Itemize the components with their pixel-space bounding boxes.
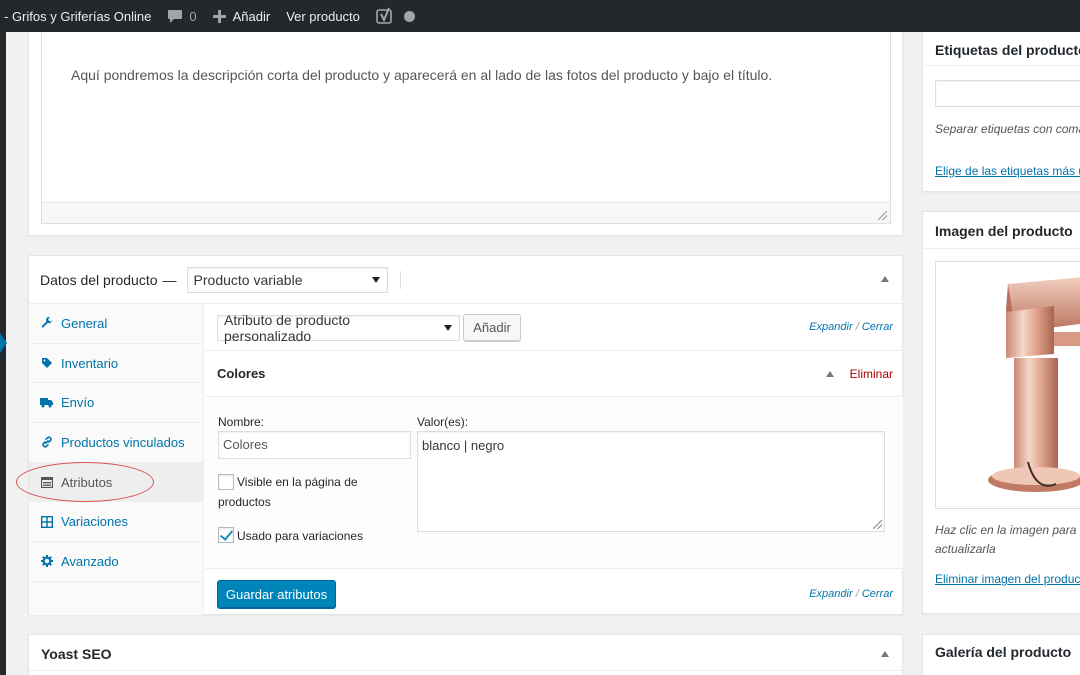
product-tags-box: Etiquetas del producto Separar etiquetas… xyxy=(922,32,1080,192)
title-dash: — xyxy=(162,271,177,288)
editor-status-bar xyxy=(42,202,890,223)
divider xyxy=(923,248,1080,249)
collapse-toggle-icon[interactable] xyxy=(881,276,889,282)
wrench-icon xyxy=(40,317,53,330)
view-product-link[interactable]: Ver producto xyxy=(278,0,368,32)
tab-inventario[interactable]: Inventario xyxy=(29,344,203,384)
tab-label: Envío xyxy=(61,395,95,411)
used-for-variations-label[interactable]: Usado para variaciones xyxy=(237,526,363,546)
divider xyxy=(29,670,902,671)
attributes-toolbar: Atributo de producto personalizado Añadi… xyxy=(205,304,903,351)
attribute-name-input[interactable]: Colores xyxy=(218,431,411,459)
header-separator xyxy=(399,270,401,289)
tab-general[interactable]: General xyxy=(29,304,203,344)
chevron-down-icon xyxy=(444,325,452,331)
admin-bar: - Grifos y Griferías Online 0 Añadir Ver… xyxy=(0,0,1080,32)
product-type-select[interactable]: Producto variable xyxy=(186,266,388,293)
expand-link[interactable]: Expandir xyxy=(809,588,852,600)
product-type-value: Producto variable xyxy=(193,271,303,288)
faucet-image xyxy=(988,277,1080,492)
used-for-variations-checkbox[interactable] xyxy=(218,527,234,543)
tab-label: General xyxy=(61,315,108,331)
most-used-tags-link[interactable]: Elige de las etiquetas más utilizadas xyxy=(935,164,1080,178)
divider xyxy=(923,65,1080,66)
tab-label: Inventario xyxy=(61,355,119,371)
collapse-toggle-icon[interactable] xyxy=(881,651,889,657)
delete-attribute-link[interactable]: Eliminar xyxy=(850,367,893,381)
image-help-text: Haz clic en la imagen para editarla o ac… xyxy=(935,521,1080,559)
seo-status-dot xyxy=(403,10,415,22)
tab-label: Avanzado xyxy=(61,553,119,569)
link-separator: / xyxy=(855,588,859,600)
admin-menu-edge xyxy=(0,32,6,675)
yoast-menu[interactable] xyxy=(368,0,423,32)
close-link[interactable]: Cerrar xyxy=(862,321,893,333)
tag-icon xyxy=(40,357,53,370)
expand-close-links: Expandir / Cerrar xyxy=(809,588,893,600)
new-content-label: Añadir xyxy=(232,8,271,24)
chevron-down-icon xyxy=(371,276,380,283)
attribute-select-value: Atributo de producto personalizado xyxy=(224,312,351,344)
tab-label: Productos vinculados xyxy=(61,434,185,450)
product-image-thumbnail[interactable] xyxy=(935,261,1080,509)
tab-productos-vinculados[interactable]: Productos vinculados xyxy=(29,423,203,463)
plus-icon xyxy=(212,9,226,23)
product-data-title: Datos del producto xyxy=(40,271,158,288)
site-name-link[interactable]: - Grifos y Griferías Online xyxy=(0,0,159,32)
save-attributes-button[interactable]: Guardar atributos xyxy=(217,580,336,608)
editor-resize-handle[interactable] xyxy=(878,211,887,220)
product-tags-title[interactable]: Etiquetas del producto xyxy=(935,42,1080,58)
tab-envio[interactable]: Envío xyxy=(29,383,203,424)
product-gallery-box: Galería del producto xyxy=(922,634,1080,675)
grid-icon xyxy=(40,515,53,528)
link-separator: / xyxy=(855,321,859,333)
tab-avanzado[interactable]: Avanzado xyxy=(29,542,203,582)
expand-link[interactable]: Expandir xyxy=(809,321,852,333)
comments-count: 0 xyxy=(189,8,197,24)
attribute-fields: Nombre: Valor(es): Colores blanco | negr… xyxy=(205,397,903,569)
tab-variaciones[interactable]: Variaciones xyxy=(29,502,203,543)
product-image-title[interactable]: Imagen del producto xyxy=(935,223,1073,239)
new-content-link[interactable]: Añadir xyxy=(205,0,279,32)
image-help-line-1: Haz clic en la imagen para editarla o xyxy=(935,523,1080,537)
attribute-values-label: Valor(es): xyxy=(417,415,469,429)
attribute-header[interactable]: Colores Eliminar xyxy=(205,351,903,397)
tab-label: Variaciones xyxy=(61,514,128,530)
close-link[interactable]: Cerrar xyxy=(862,588,893,600)
image-help-line-2: actualizarla xyxy=(935,542,996,556)
remove-product-image-link[interactable]: Eliminar imagen del producto xyxy=(935,572,1080,586)
product-data-box: Datos del producto — Producto variable G… xyxy=(16,255,903,615)
product-gallery-title[interactable]: Galería del producto xyxy=(935,644,1071,660)
yoast-seo-box: Yoast SEO xyxy=(28,634,903,675)
product-data-header: Datos del producto — Producto variable xyxy=(29,256,902,304)
product-short-description-box: Aquí pondremos la descripción corta del … xyxy=(28,32,903,236)
attribute-heading: Colores xyxy=(217,366,266,381)
attribute-collapse-icon[interactable] xyxy=(826,371,834,377)
gear-icon xyxy=(40,555,53,568)
attributes-panel: Atributo de producto personalizado Añadi… xyxy=(205,304,903,615)
attribute-values-text: blanco | negro xyxy=(422,438,505,453)
short-description-editor[interactable]: Aquí pondremos la descripción corta del … xyxy=(41,32,891,224)
attribute-taxonomy-select[interactable]: Atributo de producto personalizado xyxy=(217,312,460,344)
product-data-tabs: General Inventario Envío Productos vincu… xyxy=(16,304,204,615)
attribute-values-textarea[interactable]: blanco | negro xyxy=(417,431,885,532)
admin-menu-current-arrow xyxy=(0,333,7,353)
truck-icon xyxy=(40,396,53,409)
yoast-seo-title[interactable]: Yoast SEO xyxy=(41,646,112,662)
attributes-footer: Guardar atributos Expandir / Cerrar xyxy=(205,569,903,615)
tags-help-text: Separar etiquetas con comas xyxy=(935,122,1080,136)
comments-link[interactable]: 0 xyxy=(159,0,204,32)
short-description-text[interactable]: Aquí pondremos la descripción corta del … xyxy=(71,67,772,83)
add-attribute-button[interactable]: Añadir xyxy=(463,314,521,341)
yoast-icon xyxy=(376,7,394,25)
highlight-annotation-oval xyxy=(16,462,154,502)
comment-icon xyxy=(167,9,183,24)
expand-close-links: Expandir / Cerrar xyxy=(809,321,893,333)
link-icon xyxy=(40,436,53,449)
attribute-name-label: Nombre: xyxy=(218,415,265,429)
visible-on-product-page-label[interactable]: Visible en la página de productos xyxy=(218,472,393,512)
product-image-box: Imagen del producto Haz clic en la image… xyxy=(922,211,1080,614)
new-tag-input[interactable] xyxy=(935,80,1080,107)
textarea-resize-handle[interactable] xyxy=(873,520,882,529)
